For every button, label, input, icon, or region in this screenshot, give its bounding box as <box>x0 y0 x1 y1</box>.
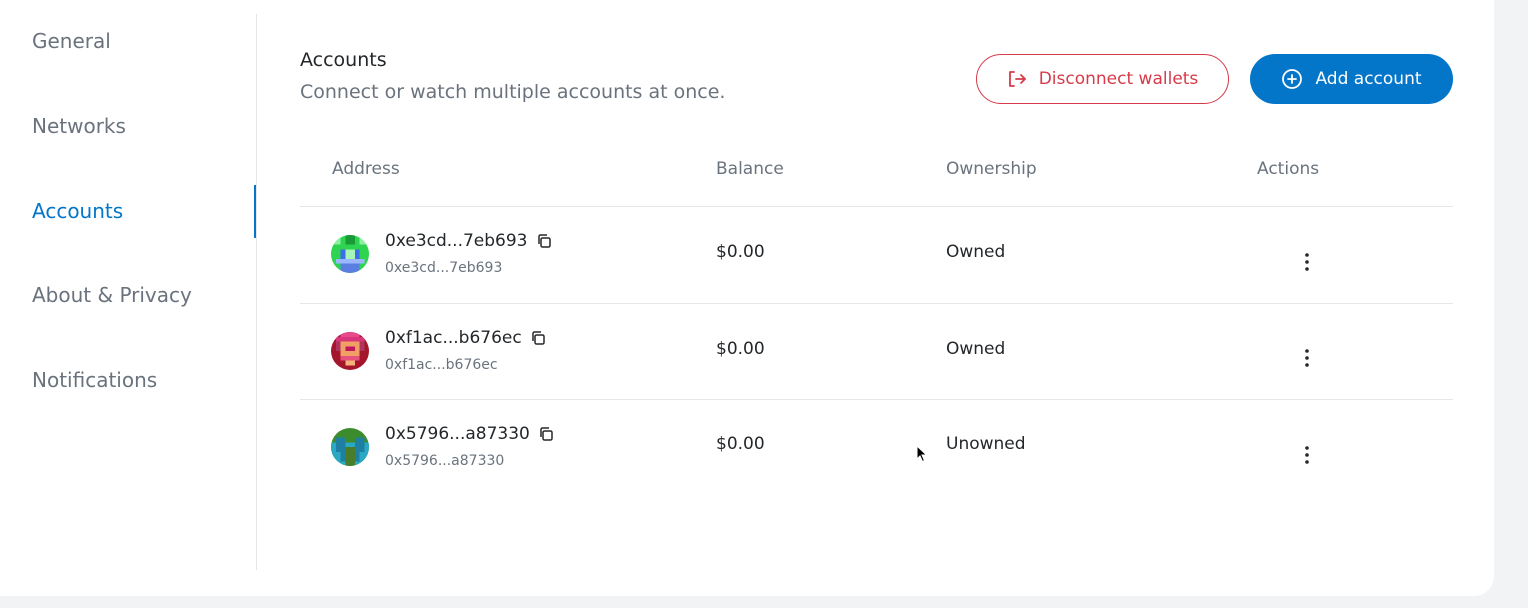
settings-sidebar: General Networks Accounts About & Privac… <box>0 14 257 570</box>
column-header-balance: Balance <box>716 159 784 179</box>
sidebar-item-accounts[interactable]: Accounts <box>32 199 123 223</box>
disconnect-wallets-label: Disconnect wallets <box>1038 69 1199 89</box>
add-account-label: Add account <box>1315 69 1422 89</box>
account-address: 0x5796...a87330 <box>385 424 554 444</box>
account-address: 0xf1ac...b676ec <box>385 328 546 348</box>
copy-icon[interactable] <box>536 233 552 249</box>
table-row: 0xf1ac...b676ec 0xf1ac...b676ec $0.00 Ow… <box>300 303 1453 400</box>
account-address-secondary: 0x5796...a87330 <box>385 453 505 469</box>
section-subtitle: Connect or watch multiple accounts at on… <box>300 81 726 103</box>
account-address: 0xe3cd...7eb693 <box>385 231 552 251</box>
settings-card: General Networks Accounts About & Privac… <box>0 0 1494 596</box>
account-address-text: 0xf1ac...b676ec <box>385 328 522 348</box>
table-header: Address Balance Ownership Actions <box>300 134 1453 207</box>
plus-circle-icon <box>1281 68 1303 90</box>
sidebar-item-networks[interactable]: Networks <box>32 114 126 138</box>
more-options-icon[interactable] <box>1296 442 1318 468</box>
disconnect-wallets-button[interactable]: Disconnect wallets <box>976 54 1229 104</box>
account-ownership: Unowned <box>946 434 1026 454</box>
active-nav-indicator <box>254 185 256 238</box>
column-header-actions: Actions <box>1257 159 1320 179</box>
section-title: Accounts <box>300 49 387 71</box>
table-row: 0x5796...a87330 0x5796...a87330 $0.00 Un… <box>300 400 1453 496</box>
account-balance: $0.00 <box>716 242 765 262</box>
sidebar-item-notifications[interactable]: Notifications <box>32 368 157 392</box>
more-options-icon[interactable] <box>1296 345 1318 371</box>
logout-icon <box>1007 69 1027 89</box>
account-ownership: Owned <box>946 339 1006 359</box>
avatar <box>331 235 369 273</box>
accounts-panel: Accounts Connect or watch multiple accou… <box>300 0 1453 596</box>
account-balance: $0.00 <box>716 339 765 359</box>
account-address-secondary: 0xf1ac...b676ec <box>385 357 498 373</box>
column-header-ownership: Ownership <box>946 159 1037 179</box>
table-row: 0xe3cd...7eb693 0xe3cd...7eb693 $0.00 Ow… <box>300 207 1453 304</box>
account-address-text: 0xe3cd...7eb693 <box>385 231 528 251</box>
account-balance: $0.00 <box>716 434 765 454</box>
account-ownership: Owned <box>946 242 1006 262</box>
copy-icon[interactable] <box>530 330 546 346</box>
copy-icon[interactable] <box>538 426 554 442</box>
avatar <box>331 428 369 466</box>
sidebar-item-about-privacy[interactable]: About & Privacy <box>32 283 192 307</box>
column-header-address: Address <box>332 159 400 179</box>
account-address-text: 0x5796...a87330 <box>385 424 530 444</box>
mouse-cursor-icon <box>916 444 928 467</box>
add-account-button[interactable]: Add account <box>1250 54 1453 104</box>
more-options-icon[interactable] <box>1296 249 1318 275</box>
account-address-secondary: 0xe3cd...7eb693 <box>385 260 503 276</box>
sidebar-item-general[interactable]: General <box>32 29 111 53</box>
avatar <box>331 332 369 370</box>
